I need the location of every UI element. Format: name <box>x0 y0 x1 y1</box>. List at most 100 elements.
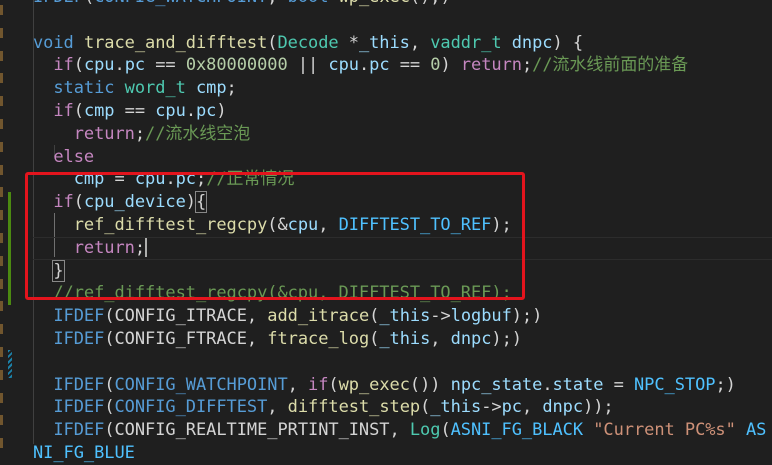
code-token: CONFIG_WATCHPOINT <box>114 374 288 395</box>
code-token: ( <box>267 32 278 53</box>
code-token: npc_state <box>450 374 543 395</box>
code-token: , <box>430 328 451 349</box>
code-token: ( <box>369 306 380 327</box>
line-number-fragment <box>0 187 3 198</box>
code-token: * <box>338 32 359 53</box>
code-line[interactable]: IFDEF(CONFIG_WATCHPOINT, bool wp_exec();… <box>33 0 772 9</box>
line-number-fragment <box>0 438 3 449</box>
code-token: return <box>460 55 522 76</box>
code-token: || <box>287 55 329 76</box>
code-line[interactable]: static word_t cmp; <box>33 77 772 100</box>
code-token: dnpc <box>450 328 492 349</box>
code-token: ( <box>104 328 115 349</box>
code-line[interactable]: IFDEF(CONFIG_DIFFTEST, difftest_step(_th… <box>33 396 772 419</box>
code-token: ( <box>440 420 451 441</box>
code-token: , <box>246 306 268 327</box>
line-number-fragment <box>0 369 3 380</box>
git-added-indicator[interactable] <box>8 192 11 305</box>
code-token: CONFIG_WATCHPOINT <box>94 0 267 7</box>
code-token: 0x80000000 <box>185 55 288 76</box>
code-token: cpu <box>155 100 186 121</box>
code-token: IFDEF <box>33 0 84 7</box>
code-token: . <box>542 374 553 395</box>
code-line[interactable]: IFDEF(CONFIG_FTRACE, ftrace_log(_this, d… <box>33 328 772 351</box>
code-token: ( <box>73 100 84 121</box>
code-token: else <box>53 146 95 167</box>
code-token: cpu <box>328 55 359 76</box>
line-number-fragment <box>0 392 3 403</box>
code-line[interactable]: IFDEF(CONFIG_REALTIME_PRTINT_INST, Log(A… <box>33 419 772 465</box>
code-comment: //流水线前面的准备 <box>532 55 689 76</box>
code-line[interactable]: else <box>33 146 772 169</box>
code-token: ) <box>216 100 227 121</box>
code-token: _this <box>379 306 431 327</box>
line-number-gutter[interactable] <box>0 0 4 449</box>
code-token: IFDEF <box>53 420 105 441</box>
code-line[interactable]: IFDEF(CONFIG_ITRACE, add_itrace(_this->l… <box>33 305 772 328</box>
code-line[interactable] <box>33 351 772 374</box>
code-token: void <box>33 32 74 53</box>
code-token: trace_and_difftest <box>83 32 268 53</box>
code-line[interactable]: IFDEF(CONFIG_WATCHPOINT, if(wp_exec()) n… <box>33 374 772 397</box>
code-token: ( <box>104 420 115 441</box>
code-token: dnpc <box>542 397 584 418</box>
code-token: pc <box>501 397 522 418</box>
code-token: , <box>521 397 543 418</box>
code-token: ( <box>104 397 115 418</box>
code-line[interactable]: if(cmp == cpu.pc) <box>33 100 772 123</box>
code-token: Log <box>409 420 441 441</box>
code-token: IFDEF <box>53 397 105 418</box>
line-number-fragment <box>0 5 3 15</box>
code-token: == <box>114 100 156 121</box>
code-line[interactable]: return;//流水线空泡 <box>33 123 772 146</box>
code-token: ( <box>104 306 115 327</box>
code-token: difftest_step <box>287 397 421 418</box>
code-token: ; <box>226 78 237 99</box>
code-line[interactable]: void trace_and_difftest(Decode *_this, v… <box>33 32 772 55</box>
code-token: ; <box>134 123 146 144</box>
line-number-fragment <box>0 347 3 357</box>
code-editor[interactable]: IFDEF(CONFIG_WATCHPOINT, bool wp_exec();… <box>0 0 772 463</box>
code-token: _this <box>379 328 431 349</box>
code-token: == <box>389 55 431 76</box>
code-token: . <box>114 55 125 76</box>
code-token: ( <box>84 0 94 7</box>
line-number-fragment <box>0 141 3 152</box>
code-token: = <box>603 374 634 395</box>
code-token: ( <box>420 397 431 418</box>
code-token: pc <box>369 55 390 76</box>
line-number-fragment <box>0 233 3 243</box>
line-number-fragment <box>0 119 3 129</box>
line-number-fragment <box>0 278 3 289</box>
code-token: ( <box>73 55 84 76</box>
code-token: pc <box>124 55 146 76</box>
git-modified-indicator[interactable] <box>8 350 12 378</box>
code-token: ;) <box>715 374 736 395</box>
code-line[interactable] <box>33 9 772 32</box>
code-token: CONFIG_ITRACE <box>114 306 247 327</box>
code-token: logbuf <box>450 306 512 327</box>
code-token: ( <box>328 374 339 395</box>
code-token: ( <box>369 328 380 349</box>
code-token: ()) <box>409 374 451 395</box>
annotation-highlight-box <box>25 172 525 300</box>
code-token: word_t <box>124 78 186 99</box>
line-number-fragment <box>0 415 3 426</box>
code-token: );) <box>511 306 543 327</box>
code-token: , <box>409 32 431 53</box>
code-token: ) { <box>552 32 584 53</box>
code-token: cpu <box>83 55 115 76</box>
code-token: ) <box>440 55 461 76</box>
code-line[interactable]: if(cpu.pc == 0x80000000 || cpu.pc == 0) … <box>33 54 772 77</box>
line-number-fragment <box>0 210 3 221</box>
code-token: vaddr_t <box>430 32 502 53</box>
